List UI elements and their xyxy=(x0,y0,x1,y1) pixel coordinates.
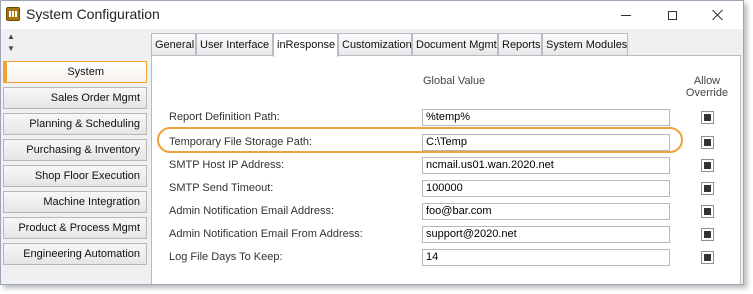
global-value-header: Global Value xyxy=(423,75,486,87)
smtp-host-ip-address-label: SMTP Host IP Address: xyxy=(169,159,285,171)
sidebar-item-shop-floor-execution[interactable]: Shop Floor Execution xyxy=(3,165,147,187)
tab-reports[interactable]: Reports xyxy=(498,33,542,55)
log-file-days-to-keep-input[interactable]: 14 xyxy=(422,249,670,266)
smtp-send-timeout-label: SMTP Send Timeout: xyxy=(169,182,274,194)
scroll-down-icon[interactable]: ▼ xyxy=(7,45,15,53)
tab-label: inResponse xyxy=(277,39,336,51)
tab-inresponse[interactable]: inResponse xyxy=(273,33,338,57)
smtp-send-timeout-input[interactable]: 100000 xyxy=(422,180,670,197)
admin-notification-email-from-address-label: Admin Notification Email From Address: xyxy=(169,228,363,240)
admin-notification-email-address-override-checkbox[interactable] xyxy=(701,205,714,218)
smtp-send-timeout-override-checkbox[interactable] xyxy=(701,182,714,195)
title-bar[interactable]: System Configuration xyxy=(1,1,743,29)
temporary-file-storage-path-override-checkbox[interactable] xyxy=(701,136,714,149)
tab-label: User Interface xyxy=(200,39,270,51)
sidebar-item-label: Engineering Automation xyxy=(23,248,140,260)
minimize-icon xyxy=(621,14,631,16)
minimize-button[interactable] xyxy=(603,1,649,29)
close-button[interactable] xyxy=(695,1,741,29)
tab-general[interactable]: General xyxy=(151,33,196,55)
close-icon xyxy=(712,9,724,21)
sidebar-item-label: Sales Order Mgmt xyxy=(50,92,140,104)
temporary-file-storage-path-input[interactable]: C:\Temp xyxy=(422,134,670,151)
sidebar-item-product-process-mgmt[interactable]: Product & Process Mgmt xyxy=(3,217,147,239)
inresponse-settings-panel: Global Value Allow Override Report Defin… xyxy=(151,55,741,284)
maximize-button[interactable] xyxy=(649,1,695,29)
sidebar-item-label: Machine Integration xyxy=(43,196,140,208)
admin-notification-email-from-address-override-checkbox[interactable] xyxy=(701,228,714,241)
sidebar-item-label: Shop Floor Execution xyxy=(34,170,140,182)
temporary-file-storage-path-label: Temporary File Storage Path: xyxy=(169,136,313,148)
tab-label: Reports xyxy=(502,39,541,51)
admin-notification-email-from-address-input[interactable]: support@2020.net xyxy=(422,226,670,243)
sidebar-item-sales-order-mgmt[interactable]: Sales Order Mgmt xyxy=(3,87,147,109)
sidebar-item-label: System xyxy=(67,66,104,78)
tab-label: System Modules xyxy=(546,39,628,51)
smtp-host-ip-address-override-checkbox[interactable] xyxy=(701,159,714,172)
tab-system-modules[interactable]: System Modules xyxy=(542,33,628,55)
sidebar-item-machine-integration[interactable]: Machine Integration xyxy=(3,191,147,213)
sidebar-item-planning-scheduling[interactable]: Planning & Scheduling xyxy=(3,113,147,135)
maximize-icon xyxy=(667,10,677,20)
allow-override-header: Allow Override xyxy=(685,75,729,99)
log-file-days-to-keep-override-checkbox[interactable] xyxy=(701,251,714,264)
log-file-days-to-keep-label: Log File Days To Keep: xyxy=(169,251,283,263)
admin-notification-email-address-label: Admin Notification Email Address: xyxy=(169,205,335,217)
sidebar-item-engineering-automation[interactable]: Engineering Automation xyxy=(3,243,147,265)
tab-label: Customization xyxy=(342,39,412,51)
scroll-up-icon[interactable]: ▲ xyxy=(7,33,15,41)
sidebar-item-label: Purchasing & Inventory xyxy=(26,144,140,156)
report-definition-path-override-checkbox[interactable] xyxy=(701,111,714,124)
tab-user-interface[interactable]: User Interface xyxy=(196,33,273,55)
tab-label: General xyxy=(155,39,195,51)
tab-label: Document Mgmt xyxy=(416,39,497,51)
system-configuration-window: System Configuration ▲ ▼ System Sales Or… xyxy=(0,0,744,285)
report-definition-path-label: Report Definition Path: xyxy=(169,111,280,123)
sidebar-item-label: Product & Process Mgmt xyxy=(18,222,140,234)
smtp-host-ip-address-input[interactable]: ncmail.us01.wan.2020.net xyxy=(422,157,670,174)
tab-customization[interactable]: Customization xyxy=(338,33,412,55)
window-title: System Configuration xyxy=(26,6,160,22)
admin-notification-email-address-input[interactable]: foo@bar.com xyxy=(422,203,670,220)
sidebar-item-system[interactable]: System xyxy=(3,61,147,83)
app-icon xyxy=(6,7,20,21)
sidebar-item-label: Planning & Scheduling xyxy=(29,118,140,130)
sidebar: ▲ ▼ System Sales Order Mgmt Planning & S… xyxy=(1,29,150,284)
report-definition-path-input[interactable]: %temp% xyxy=(422,109,670,126)
tab-document-mgmt[interactable]: Document Mgmt xyxy=(412,33,498,55)
sidebar-item-purchasing-inventory[interactable]: Purchasing & Inventory xyxy=(3,139,147,161)
